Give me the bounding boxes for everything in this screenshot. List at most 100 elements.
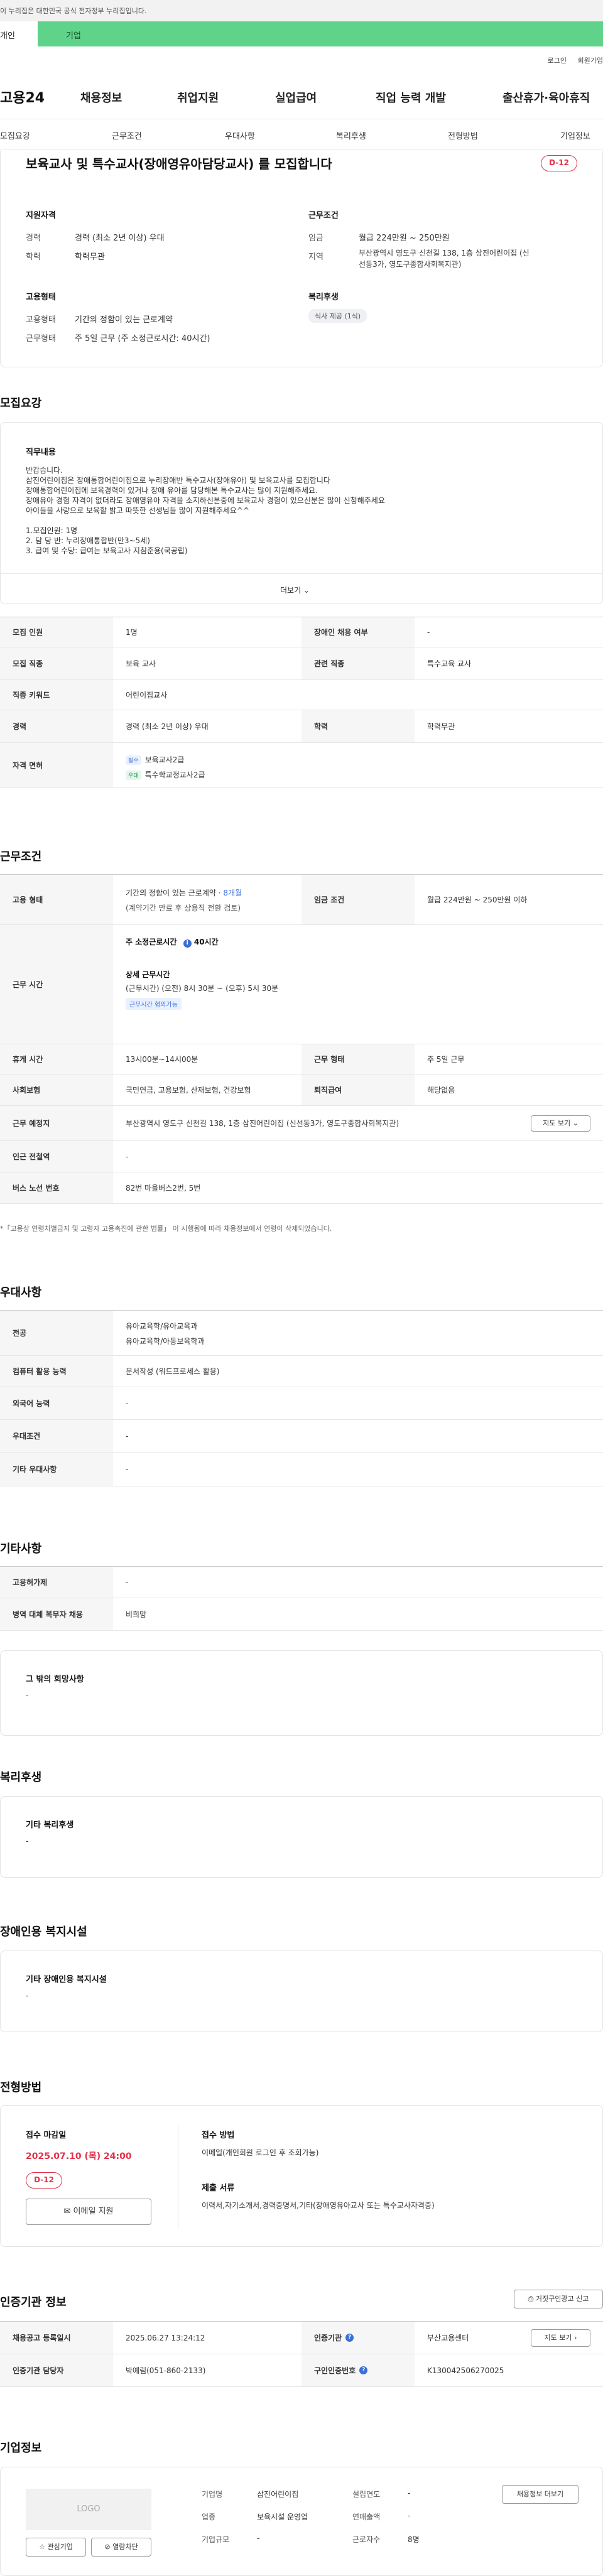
language-label: 외국어 능력 — [0, 1387, 113, 1419]
info-icon[interactable]: i — [183, 939, 192, 948]
map-button[interactable]: 지도 보기 ⌄ — [531, 1115, 590, 1132]
recruit-table: 모집 인원 1명 장애인 채용 여부 - 모집 직종 보육 교사 관련 직종 특… — [0, 617, 603, 805]
gnb-item-training[interactable]: 직업 능력 개발 — [376, 89, 446, 106]
work-form-label: 근무형태 — [26, 334, 56, 344]
gnb-item-jobs[interactable]: 채용정보 — [80, 89, 122, 106]
auth-map-button[interactable]: 지도 보기 › — [531, 2329, 590, 2347]
job-description-heading: 직무내용 — [26, 448, 56, 457]
anchor-welfare[interactable]: 복리후생 — [336, 129, 366, 141]
employees-label: 근로자수 — [352, 2535, 381, 2544]
company-logo-placeholder: LOGO — [26, 2489, 151, 2530]
industry-value: 보육시설 운영업 — [257, 2513, 308, 2521]
etc-table: 고용허가제 - 병역 대체 복무자 채용 비희망 — [0, 1566, 603, 1631]
language-value: - — [126, 1399, 129, 1408]
more-button[interactable]: 더보기 ⌄ — [280, 585, 310, 595]
emp-type-row-label: 고용 형태 — [0, 875, 113, 924]
work-form-row-label: 근무 형태 — [302, 1044, 415, 1074]
interest-company-button[interactable]: ☆ 관심기업 — [26, 2538, 86, 2557]
star-icon: ☆ — [39, 2543, 45, 2551]
table-row: 컴퓨터 활용 능력 문서작성 (워드프로세스 활용) — [0, 1356, 603, 1387]
required-badge: 필수 — [126, 755, 141, 765]
anchor-selection[interactable]: 전형방법 — [448, 129, 478, 141]
edu-value: 학력무관 — [75, 252, 105, 262]
global-nav: 고용24 채용정보 취업지원 실업급여 직업 능력 개발 출산휴가·육아휴직 — [0, 75, 603, 119]
anchor-recruit[interactable]: 모집요강 — [0, 129, 30, 141]
table-row: 고용허가제 - — [0, 1567, 603, 1598]
table-row: 근무 시간 주 소정근로시간 i 40시간 상세 근무시간 (근무시간) (오전… — [0, 925, 603, 1044]
pay-label: 임금 — [308, 234, 323, 243]
hours-label: 근무 시간 — [0, 925, 113, 1044]
facility-section-title: 장애인용 복지시설 — [0, 1925, 87, 1939]
tab-company[interactable]: 기업 — [38, 21, 603, 46]
company-name-value: 삼진어린이집 — [257, 2490, 299, 2499]
anchor-company[interactable]: 기업정보 — [560, 129, 590, 141]
table-row: 버스 노선 번호 82번 마을버스2번, 5번 — [0, 1172, 603, 1204]
industry-label: 업종 — [202, 2513, 216, 2521]
table-row: 우대조건 - — [0, 1420, 603, 1453]
anchor-workcond[interactable]: 근무조건 — [112, 129, 142, 141]
emp-type-row-value: 기간의 정함이 있는 근로계약 · 8개월 — [126, 889, 242, 897]
print-icon: ⎙ — [528, 2295, 534, 2303]
other-pref-label: 기타 우대사항 — [0, 1453, 113, 1486]
tab-individual[interactable]: 개인 — [0, 21, 38, 46]
preferred-badge: 우대 — [126, 771, 141, 780]
section-anchor-nav: 모집요강 근무조건 우대사항 복리후생 전형방법 기업정보 — [0, 119, 603, 149]
military-value: 비희망 — [126, 1610, 147, 1619]
facility-box-value: - — [26, 1991, 29, 2001]
signup-link[interactable]: 회원가입 — [578, 57, 603, 65]
docs-label: 제출 서류 — [202, 2184, 235, 2193]
detail-hours-label: 상세 근무시간 — [126, 970, 170, 979]
computer-value: 문서작성 (워드프로세스 활용) — [126, 1367, 220, 1376]
career-row-value: 경력 (최소 2년 이상) 우대 — [126, 722, 209, 731]
keyword-label: 직종 키워드 — [0, 680, 113, 710]
site-logo[interactable]: 고용24 — [0, 87, 45, 107]
login-link[interactable]: 로그인 — [548, 57, 567, 65]
auth-number-label: 구인인증번호? — [302, 2354, 415, 2386]
more-jobs-button[interactable]: 채용정보 더보기 — [502, 2485, 579, 2504]
detail-hours-value: (근무시간) (오전) 8시 30분 ~ (오후) 5시 30분 — [126, 984, 279, 993]
company-box: LOGO ☆ 관심기업 ⊘ 열람차단 기업명 삼진어린이집 업종 보육시설 운영… — [0, 2467, 603, 2576]
gnb-item-employment-support[interactable]: 취업지원 — [177, 89, 219, 106]
anchor-preference[interactable]: 우대사항 — [225, 129, 255, 141]
pref-cond-label: 우대조건 — [0, 1420, 113, 1452]
license-label: 자격 면허 — [0, 743, 113, 787]
gnb-item-parental-leave[interactable]: 출산휴가·육아휴직 — [503, 89, 590, 106]
facility-box: 기타 장애인용 복지시설 - — [0, 1951, 603, 2032]
welfare-heading: 복리후생 — [308, 293, 339, 302]
gnb-item-unemployment[interactable]: 실업급여 — [275, 89, 317, 106]
table-row: 모집 인원 1명 장애인 채용 여부 - — [0, 617, 603, 647]
bus-label: 버스 노선 번호 — [0, 1172, 113, 1203]
work-form-row-value: 주 5일 근무 — [427, 1055, 465, 1064]
info-icon[interactable]: ? — [359, 2366, 368, 2374]
size-value: - — [257, 2534, 260, 2543]
job-category-label: 모집 직종 — [0, 647, 113, 679]
selection-section-title: 전형방법 — [0, 2081, 42, 2094]
welfare-box-value: - — [26, 1837, 29, 1846]
report-fake-ad-button[interactable]: ⎙ 거짓구인광고 신고 — [514, 2290, 603, 2308]
edu-row-label: 학력 — [302, 710, 415, 742]
major-value-2: 유아교육학/아동보육학과 — [126, 1337, 205, 1346]
info-icon[interactable]: ? — [345, 2334, 354, 2342]
career-label: 경력 — [26, 234, 41, 243]
insurance-value: 국민연금, 고용보험, 산재보험, 건강보험 — [126, 1086, 251, 1095]
major-value-1: 유아교육학/유아교육과 — [126, 1322, 198, 1331]
selection-box: 접수 마감일 2025.07.10 (목) 24:00 D-12 ✉ 이메일 지… — [0, 2105, 603, 2247]
block-company-button[interactable]: ⊘ 열람차단 — [91, 2538, 151, 2557]
size-label: 기업규모 — [202, 2535, 230, 2544]
auth-section-title: 인증기관 정보 — [0, 2296, 67, 2309]
auth-number-value: K130042506270025 — [427, 2366, 504, 2375]
computer-label: 컴퓨터 활용 능력 — [0, 1356, 113, 1387]
utility-links: 로그인 회원가입 — [539, 55, 603, 65]
device-value: - — [126, 1578, 129, 1587]
chevron-down-icon: ⌄ — [303, 586, 310, 595]
email-apply-button[interactable]: ✉ 이메일 지원 — [26, 2199, 151, 2225]
docs-value: 이력서,자기소개서,경력증명서,기타(장애영유아교사 또는 특수교사자격증) — [202, 2201, 435, 2210]
table-row: 경력 경력 (최소 2년 이상) 우대 학력 학력무관 — [0, 710, 603, 743]
pay-value: 월급 224만원 ~ 250만원 — [359, 234, 450, 243]
table-row: 인근 전철역 - — [0, 1141, 603, 1172]
sales-value: - — [408, 2511, 411, 2520]
keyword-value: 어린이집교사 — [126, 691, 168, 700]
auth-table: 채용공고 등록일시 2025.06.27 13:24:12 인증기관? 부산고용… — [0, 2321, 603, 2387]
welfare-box-heading: 기타 복리후생 — [26, 1821, 74, 1830]
summary-card: 보육교사 및 특수교사(장애영유아담당교사) 를 모집합니다 D-12 지원자격… — [0, 151, 603, 367]
